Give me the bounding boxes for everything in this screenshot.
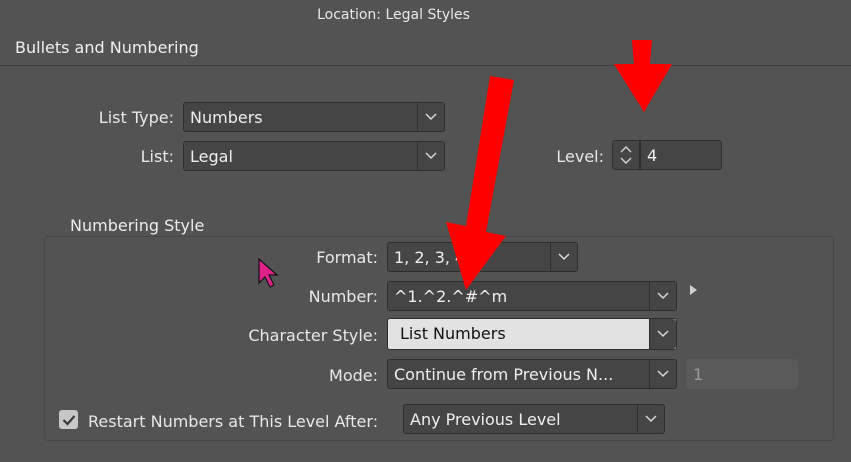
list-type-label: List Type: bbox=[98, 108, 174, 127]
chevron-down-icon bbox=[417, 103, 444, 131]
format-value: 1, 2, 3, 4... bbox=[394, 248, 481, 267]
triangle-right-icon[interactable] bbox=[689, 284, 699, 296]
list-value: Legal bbox=[190, 147, 233, 166]
mode-start-input: 1 bbox=[686, 359, 798, 389]
stepper-icon bbox=[620, 146, 632, 164]
level-stepper[interactable] bbox=[612, 140, 640, 170]
mode-start-value: 1 bbox=[693, 365, 704, 384]
restart-checkbox[interactable] bbox=[59, 410, 78, 429]
mode-label: Mode: bbox=[329, 366, 378, 385]
location-header: Location: Legal Styles bbox=[0, 7, 787, 23]
level-value: 4 bbox=[647, 146, 658, 165]
mode-dropdown[interactable]: Continue from Previous N... bbox=[387, 359, 677, 389]
level-label: Level: bbox=[556, 147, 604, 166]
red-arrow bbox=[614, 40, 672, 112]
chevron-down-icon bbox=[649, 282, 676, 310]
chevron-down-icon bbox=[649, 319, 676, 349]
restart-label: Restart Numbers at This Level After: bbox=[88, 412, 379, 431]
level-input[interactable]: 4 bbox=[640, 140, 722, 170]
list-dropdown[interactable]: Legal bbox=[183, 141, 445, 171]
chevron-down-icon bbox=[649, 360, 676, 388]
section-divider bbox=[0, 65, 851, 66]
character-style-value: List Numbers bbox=[400, 324, 506, 343]
number-value: ^1.^2.^#^m bbox=[394, 287, 508, 306]
section-title: Bullets and Numbering bbox=[15, 38, 199, 57]
checkmark-icon bbox=[62, 414, 75, 426]
chevron-down-icon bbox=[417, 142, 444, 170]
restart-level-value: Any Previous Level bbox=[410, 410, 561, 429]
character-style-dropdown[interactable]: List Numbers bbox=[387, 318, 677, 350]
number-label: Number: bbox=[308, 287, 378, 306]
numbering-style-title: Numbering Style bbox=[68, 216, 207, 235]
chevron-down-icon bbox=[637, 405, 664, 433]
location-label: Location: bbox=[317, 7, 382, 23]
chevron-down-icon bbox=[550, 243, 577, 271]
list-type-value: Numbers bbox=[190, 108, 263, 127]
restart-level-dropdown[interactable]: Any Previous Level bbox=[403, 404, 665, 434]
list-label: List: bbox=[140, 147, 174, 166]
number-field[interactable]: ^1.^2.^#^m bbox=[387, 281, 677, 311]
mode-value: Continue from Previous N... bbox=[394, 365, 614, 384]
list-type-dropdown[interactable]: Numbers bbox=[183, 102, 445, 132]
format-dropdown[interactable]: 1, 2, 3, 4... bbox=[387, 242, 578, 272]
format-label: Format: bbox=[316, 248, 378, 267]
character-style-label: Character Style: bbox=[248, 326, 378, 345]
location-value: Legal Styles bbox=[385, 7, 470, 23]
